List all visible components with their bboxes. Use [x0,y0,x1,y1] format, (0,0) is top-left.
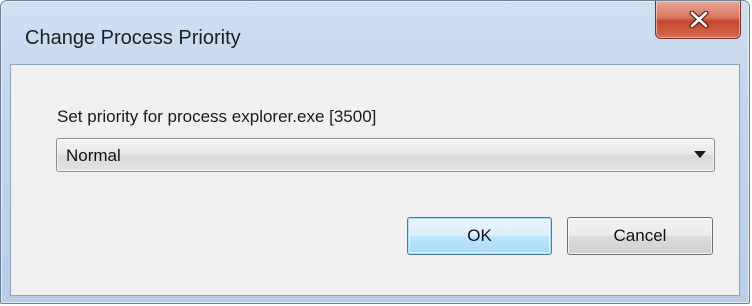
priority-prompt-label: Set priority for process explorer.exe [3… [57,107,377,126]
window-title: Change Process Priority [25,27,241,49]
close-x-icon [689,11,709,28]
title-bar[interactable]: Change Process Priority [1,1,749,63]
cancel-button[interactable]: Cancel [567,217,713,255]
dialog-window: Change Process Priority Set priority for… [0,0,750,304]
chevron-down-icon [694,151,706,158]
priority-dropdown[interactable]: Normal [56,138,715,172]
priority-selected-value: Normal [66,146,121,165]
dialog-body: Set priority for process explorer.exe [3… [10,64,740,296]
close-button[interactable] [655,1,741,39]
ok-button[interactable]: OK [407,217,552,255]
